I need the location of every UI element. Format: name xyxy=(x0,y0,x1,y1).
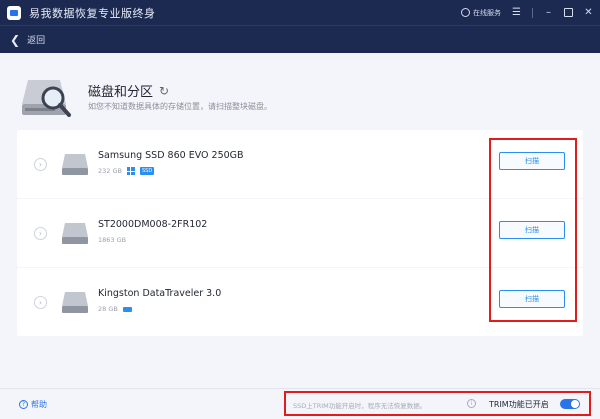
online-support-button[interactable]: 在线服务 xyxy=(461,8,501,18)
disk-search-illustration-icon xyxy=(22,80,71,117)
drive-name: ST2000DM008-2FR102 xyxy=(98,219,208,230)
title-bar-divider xyxy=(532,7,533,18)
back-button[interactable]: ❮ 返回 xyxy=(10,33,45,47)
drive-meta: 28 GB xyxy=(98,305,132,313)
expand-icon[interactable]: › xyxy=(34,296,47,309)
app-logo-icon xyxy=(7,5,21,20)
usb-icon xyxy=(122,306,132,312)
help-icon: ? xyxy=(19,400,28,409)
drive-size: 28 GB xyxy=(98,305,118,313)
page-subtitle: 如您不知道数据具体的存储位置，请扫描整块磁盘。 xyxy=(88,102,272,111)
hard-drive-icon xyxy=(62,223,88,244)
chevron-left-icon: ❮ xyxy=(10,32,21,47)
title-bar-controls: 在线服务 ☰ – ✕ xyxy=(461,0,594,25)
drive-size: 232 GB xyxy=(98,167,122,175)
help-link[interactable]: ? 帮助 xyxy=(19,399,47,410)
drive-meta: 232 GB SSD xyxy=(98,167,155,175)
drive-size: 1863 GB xyxy=(98,236,127,244)
refresh-icon[interactable]: ↻ xyxy=(159,84,169,98)
drive-name: Samsung SSD 860 EVO 250GB xyxy=(98,150,244,161)
hard-drive-icon xyxy=(62,292,88,313)
minimize-icon[interactable]: – xyxy=(543,7,554,18)
help-label: 帮助 xyxy=(31,400,47,409)
menu-icon[interactable]: ☰ xyxy=(511,7,522,18)
page-title: 磁盘和分区 ↻ xyxy=(88,81,169,101)
scan-buttons-highlight xyxy=(489,138,577,322)
windows-icon xyxy=(126,167,135,175)
maximize-icon[interactable] xyxy=(564,8,573,17)
expand-icon[interactable]: › xyxy=(34,158,47,171)
trim-highlight xyxy=(284,391,591,416)
app-title: 易我数据恢复专业版终身 xyxy=(29,6,156,20)
drive-meta: 1863 GB xyxy=(98,236,126,244)
hard-drive-icon xyxy=(62,154,88,175)
title-bar: 易我数据恢复专业版终身 在线服务 ☰ – ✕ xyxy=(0,0,600,25)
close-icon[interactable]: ✕ xyxy=(583,7,594,18)
drive-name: Kingston DataTraveler 3.0 xyxy=(98,288,222,299)
page-title-text: 磁盘和分区 xyxy=(88,85,154,100)
headset-icon xyxy=(461,8,470,17)
ssd-badge: SSD xyxy=(139,167,155,175)
nav-bar: ❮ 返回 xyxy=(0,25,600,53)
online-support-label: 在线服务 xyxy=(473,8,501,17)
back-label: 返回 xyxy=(27,36,46,46)
expand-icon[interactable]: › xyxy=(34,227,47,240)
